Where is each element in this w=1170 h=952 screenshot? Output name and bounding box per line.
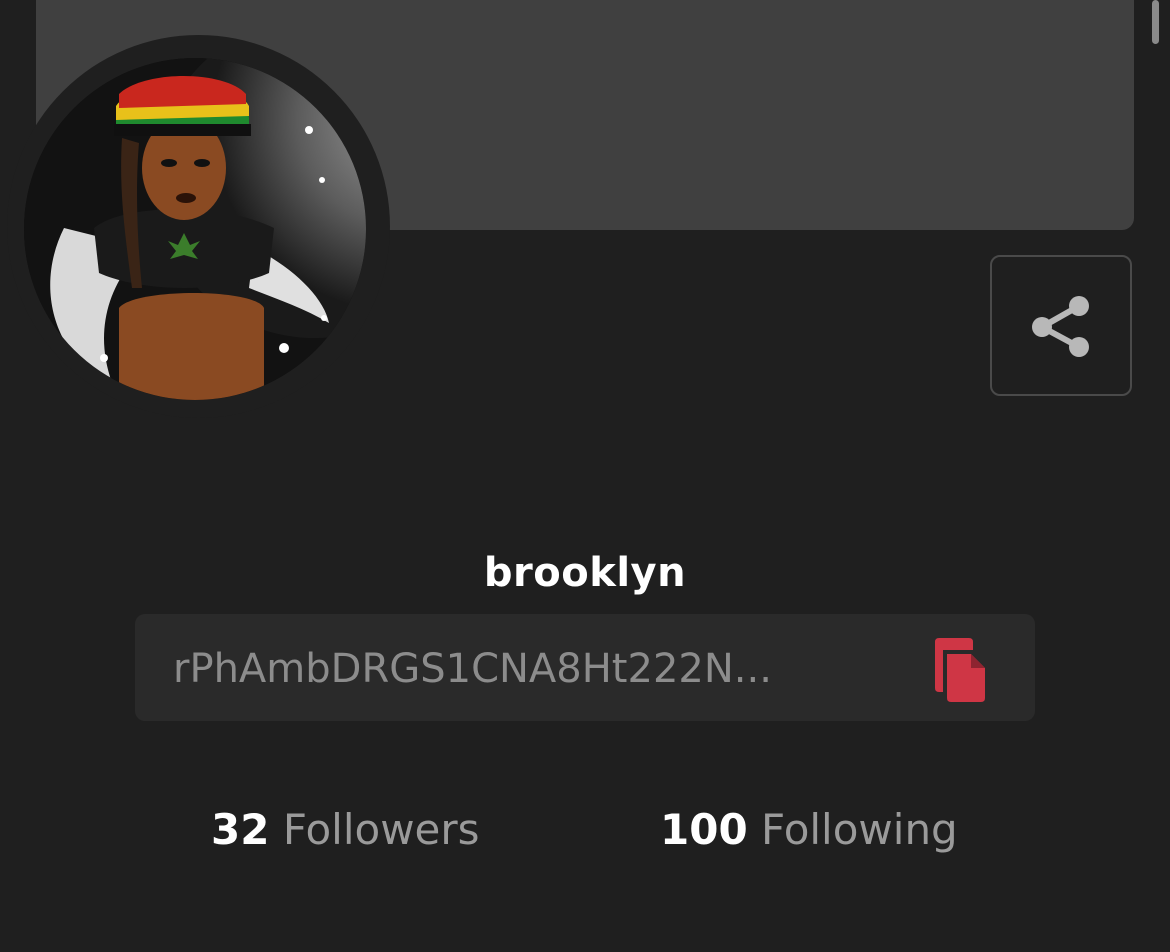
wallet-address: rPhAmbDRGS1CNA8Ht222N... xyxy=(173,646,772,692)
profile-username: brooklyn xyxy=(483,550,687,596)
followers-label: Followers xyxy=(282,805,480,854)
scrollbar[interactable] xyxy=(1152,0,1159,44)
copy-icon xyxy=(935,638,985,702)
following-stat[interactable]: 100 Following xyxy=(660,805,958,854)
avatar[interactable] xyxy=(24,58,366,400)
wallet-address-field: rPhAmbDRGS1CNA8Ht222N... xyxy=(135,614,1035,721)
followers-count: 32 xyxy=(211,805,270,854)
following-count: 100 xyxy=(660,805,748,854)
share-button[interactable] xyxy=(990,255,1132,396)
avatar-image xyxy=(24,58,366,400)
copy-address-button[interactable] xyxy=(927,632,993,704)
following-label: Following xyxy=(761,805,958,854)
followers-stat[interactable]: 32 Followers xyxy=(211,805,480,854)
share-icon xyxy=(1032,295,1089,357)
